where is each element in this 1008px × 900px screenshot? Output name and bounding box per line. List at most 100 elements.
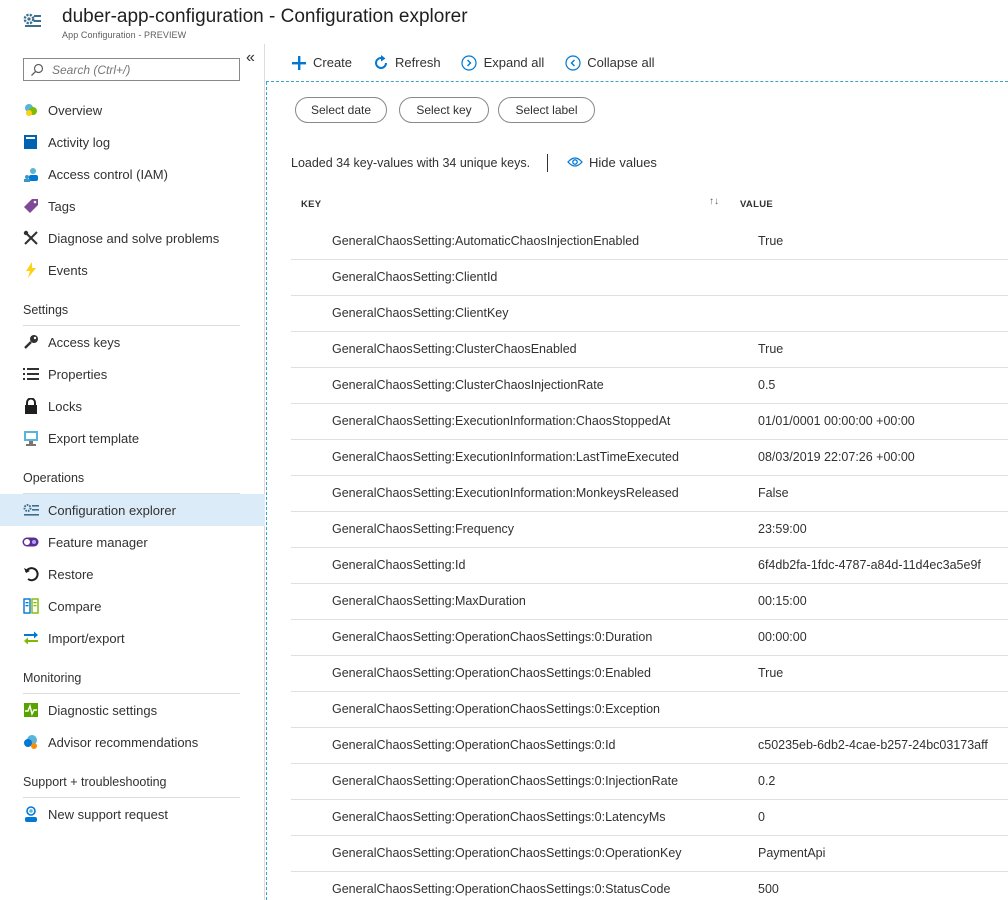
loaded-status: Loaded 34 key-values with 34 unique keys… [291,156,531,170]
sidebar-item-diagnose[interactable]: Diagnose and solve problems [0,222,265,254]
command-bar: Create Refresh Expand all Collapse all [266,44,1008,82]
row-key: GeneralChaosSetting:OperationChaosSettin… [332,666,651,680]
table-row[interactable]: GeneralChaosSetting:OperationChaosSettin… [291,656,1008,692]
collapse-all-button[interactable]: Collapse all [564,54,654,71]
column-header-value[interactable]: VALUE [740,199,773,210]
row-value: 23:59:00 [758,522,807,536]
search-input[interactable] [52,62,232,77]
sidebar-item-access-keys[interactable]: Access keys [0,326,265,358]
sidebar-item-advisor[interactable]: Advisor recommendations [0,726,265,758]
row-key: GeneralChaosSetting:Frequency [332,522,515,536]
expand-all-button[interactable]: Expand all [461,54,544,71]
table-row[interactable]: GeneralChaosSetting:AutomaticChaosInject… [291,224,1008,260]
row-key: GeneralChaosSetting:ClientId [332,270,498,284]
table-row[interactable]: GeneralChaosSetting:ClusterChaosInjectio… [291,368,1008,404]
refresh-button[interactable]: Refresh [372,54,441,71]
blade-header: duber-app-configuration - Configuration … [0,0,1008,44]
create-button[interactable]: Create [290,54,352,71]
row-key: GeneralChaosSetting:ClusterChaosInjectio… [332,378,604,392]
tag-icon [22,198,39,215]
hide-values-button[interactable]: Hide values [567,154,657,170]
select-key-button[interactable]: Select key [399,97,489,123]
table-row[interactable]: GeneralChaosSetting:OperationChaosSettin… [291,872,1008,900]
column-header-key[interactable]: KEY [301,199,321,210]
activity-log-icon [22,134,39,151]
table-row[interactable]: GeneralChaosSetting:MaxDuration 00:15:00 [291,584,1008,620]
table-row[interactable]: GeneralChaosSetting:ClusterChaosEnabled T… [291,332,1008,368]
import-export-icon [22,630,39,647]
table-row[interactable]: GeneralChaosSetting:OperationChaosSettin… [291,836,1008,872]
table-row[interactable]: GeneralChaosSetting:ExecutionInformation… [291,404,1008,440]
row-key: GeneralChaosSetting:OperationChaosSettin… [332,702,660,716]
collapse-sidebar-button[interactable]: « [246,50,255,66]
sidebar-item-export-template[interactable]: Export template [0,422,265,454]
wrench-icon [22,230,39,247]
access-control-icon [22,166,39,183]
feature-toggle-icon [22,534,39,551]
sidebar-item-new-support-request[interactable]: New support request [0,798,265,830]
plus-icon [290,54,307,71]
sidebar-item-restore[interactable]: Restore [0,558,265,590]
table-row[interactable]: GeneralChaosSetting:OperationChaosSettin… [291,620,1008,656]
table-row[interactable]: GeneralChaosSetting:ExecutionInformation… [291,440,1008,476]
row-key: GeneralChaosSetting:ExecutionInformation… [332,486,679,500]
eye-icon [567,154,583,170]
row-key: GeneralChaosSetting:Id [332,558,466,572]
page-subtitle: App Configuration - PREVIEW [62,30,187,40]
restore-icon [22,566,39,583]
table-row[interactable]: GeneralChaosSetting:Frequency 23:59:00 [291,512,1008,548]
sidebar-item-properties[interactable]: Properties [0,358,265,390]
sidebar-item-diagnostic-settings[interactable]: Diagnostic settings [0,694,265,726]
sidebar-search[interactable] [23,58,240,81]
sidebar-item-import-export[interactable]: Import/export [0,622,265,654]
lock-icon [22,398,39,415]
row-value: True [758,234,784,248]
section-settings: Settings [23,300,240,326]
table-row[interactable]: GeneralChaosSetting:OperationChaosSettin… [291,692,1008,728]
section-operations: Operations [23,468,240,494]
sidebar-item-overview[interactable]: Overview [0,94,265,126]
lightning-icon [22,262,39,279]
sidebar-item-configuration-explorer[interactable]: Configuration explorer [0,494,265,526]
table-row[interactable]: GeneralChaosSetting:OperationChaosSettin… [291,728,1008,764]
select-label-button[interactable]: Select label [498,97,595,123]
row-value: c50235eb-6db2-4cae-b257-24bc03173aff [758,738,988,752]
sort-icon[interactable]: ↑↓ [709,196,719,207]
sidebar-item-feature-manager[interactable]: Feature manager [0,526,265,558]
sidebar-item-access-control[interactable]: Access control (IAM) [0,158,265,190]
row-key: GeneralChaosSetting:MaxDuration [332,594,526,608]
row-value: False [758,486,789,500]
row-value: True [758,666,784,680]
table-row[interactable]: GeneralChaosSetting:Id 6f4db2fa-1fdc-4787… [291,548,1008,584]
explorer-content: Select date Select key Select label Load… [266,82,1008,900]
select-date-button[interactable]: Select date [295,97,387,123]
sidebar-item-tags[interactable]: Tags [0,190,265,222]
row-value: 00:00:00 [758,630,807,644]
chevron-right-circle-icon [461,54,478,71]
key-icon [22,334,39,351]
table-row[interactable]: GeneralChaosSetting:OperationChaosSettin… [291,800,1008,836]
table-row[interactable]: GeneralChaosSetting:ExecutionInformation… [291,476,1008,512]
sidebar-item-locks[interactable]: Locks [0,390,265,422]
row-value: 0.2 [758,774,776,788]
table-row[interactable]: GeneralChaosSetting:ClientId [291,260,1008,296]
properties-icon [22,366,39,383]
row-key: GeneralChaosSetting:AutomaticChaosInject… [332,234,640,248]
sidebar-item-compare[interactable]: Compare [0,590,265,622]
chevron-left-circle-icon [564,54,581,71]
table-row[interactable]: GeneralChaosSetting:ClientKey [291,296,1008,332]
diagnostic-icon [22,702,39,719]
row-value: 01/01/0001 00:00:00 +00:00 [758,414,915,428]
row-key: GeneralChaosSetting:OperationChaosSettin… [332,738,616,752]
row-key: GeneralChaosSetting:OperationChaosSettin… [332,630,653,644]
section-support: Support + troubleshooting [23,772,240,798]
sidebar-item-events[interactable]: Events [0,254,265,286]
row-value: 0.5 [758,378,776,392]
divider [547,154,548,172]
refresh-icon [372,54,389,71]
row-key: GeneralChaosSetting:OperationChaosSettin… [332,882,671,896]
sidebar-item-activity-log[interactable]: Activity log [0,126,265,158]
table-row[interactable]: GeneralChaosSetting:OperationChaosSettin… [291,764,1008,800]
search-icon [31,63,44,76]
overview-icon [22,102,39,119]
